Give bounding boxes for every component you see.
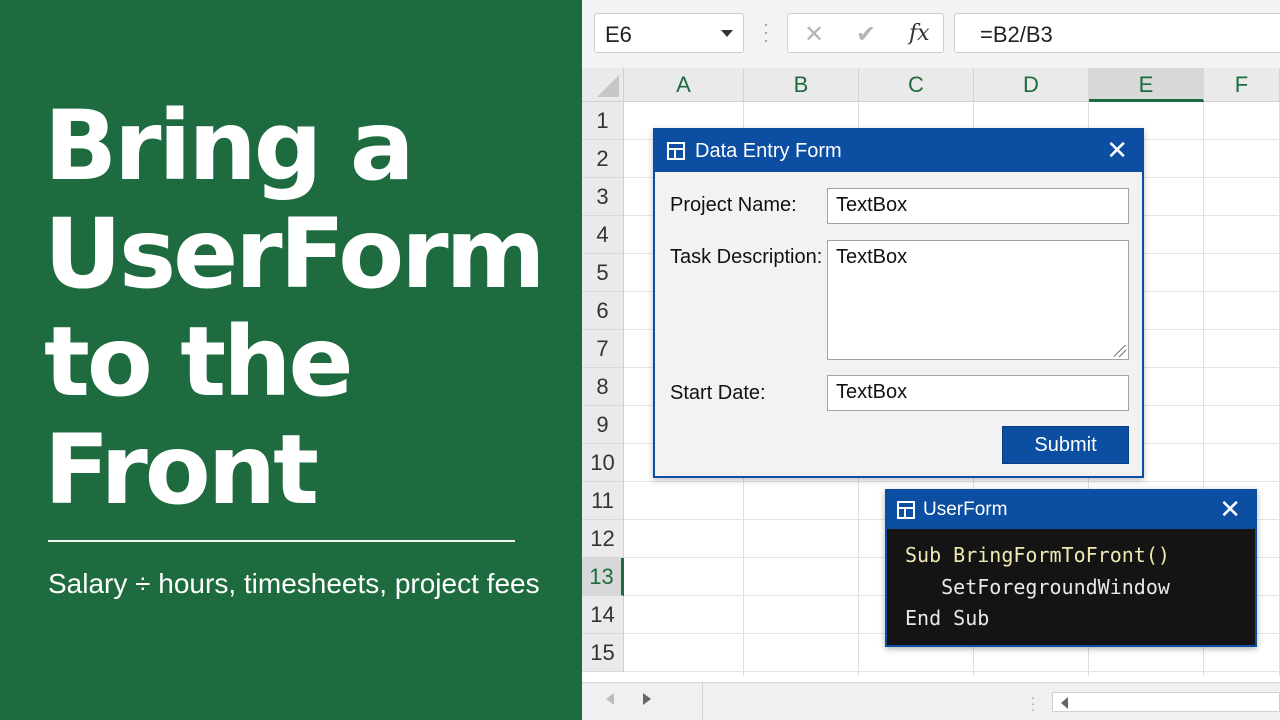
subtitle: Salary ÷ hours, timesheets, project fees [48,568,540,599]
row-header-12[interactable]: 12 [582,520,624,558]
form-icon [897,501,915,519]
form-icon [667,142,685,160]
row-header-9[interactable]: 9 [582,406,624,444]
select-all-triangle [597,75,619,97]
code-line: SetForegroundWindow [905,575,1170,599]
headline-line: UserForm [44,198,546,310]
task-description-value: TextBox [836,246,908,268]
row-header-1[interactable]: 1 [582,102,624,140]
chevron-down-icon[interactable] [721,30,733,37]
more-dots-icon: · · · [763,14,769,50]
dialog-title: Data Entry Form [695,140,842,162]
column-header-c[interactable]: C [859,68,974,102]
code-window-titlebar[interactable]: UserForm ✕ [887,491,1255,529]
headline-line: Bring a [44,90,415,202]
title-panel: Bring a UserForm to the Front Salary ÷ h… [0,0,582,720]
project-name-label: Project Name: [670,194,797,216]
column-header-e[interactable]: E [1089,68,1204,102]
dialog-titlebar[interactable]: Data Entry Form ✕ [655,130,1142,172]
grid-line [624,481,1280,482]
horizontal-scrollbar[interactable] [1052,692,1280,712]
formula-bar[interactable]: =B2/B3 [954,13,1280,53]
column-header-d[interactable]: D [974,68,1089,102]
headline-line: Front [44,414,319,526]
row-header-5[interactable]: 5 [582,254,624,292]
task-description-label: Task Description: [670,246,823,268]
sheet-prev-icon[interactable] [606,693,614,705]
headline: Bring a UserForm to the Front [44,92,574,524]
name-box-value: E6 [605,22,632,47]
row-header-10[interactable]: 10 [582,444,624,482]
start-date-label: Start Date: [670,382,766,404]
insert-function-icon[interactable]: fx [909,21,930,46]
row-header-4[interactable]: 4 [582,216,624,254]
column-header-f[interactable]: F [1204,68,1280,102]
data-entry-form-dialog: Data Entry Form ✕ Project Name: TextBox … [653,128,1144,478]
name-box[interactable]: E6 [594,13,744,53]
scroll-left-icon[interactable] [1061,697,1068,709]
grid-line [624,671,1280,672]
row-header-14[interactable]: 14 [582,596,624,634]
formula-buttons: ✕ ✔ fx [787,13,944,53]
enter-check-icon[interactable]: ✔ [856,20,876,49]
more-dots-icon: · · · [1030,689,1036,717]
resize-grip-icon[interactable] [1114,345,1126,357]
select-all-button[interactable] [582,68,624,102]
divider [48,540,515,542]
row-header-7[interactable]: 7 [582,330,624,368]
task-description-input[interactable]: TextBox [827,240,1129,360]
sheet-next-icon[interactable] [643,693,651,705]
row-header-2[interactable]: 2 [582,140,624,178]
submit-button[interactable]: Submit [1002,426,1129,464]
close-icon[interactable]: ✕ [1219,495,1241,523]
cancel-icon[interactable]: ✕ [804,20,824,49]
row-header-8[interactable]: 8 [582,368,624,406]
column-header-a[interactable]: A [624,68,744,102]
row-header-6[interactable]: 6 [582,292,624,330]
close-icon[interactable]: ✕ [1106,136,1128,164]
code-window-title: UserForm [923,499,1008,520]
userform-code-window: UserForm ✕ Sub BringFormToFront() SetFor… [885,489,1257,647]
start-date-input[interactable]: TextBox [827,375,1129,411]
row-header-11[interactable]: 11 [582,482,624,520]
row-header-15[interactable]: 15 [582,634,624,672]
project-name-input[interactable]: TextBox [827,188,1129,224]
row-header-3[interactable]: 3 [582,178,624,216]
headline-line: to the [44,306,354,418]
row-header-13[interactable]: 13 [582,558,624,596]
status-bar: · · · [582,682,1280,720]
status-separator [702,683,703,720]
column-header-b[interactable]: B [744,68,859,102]
code-line: End Sub [905,606,990,630]
code-line: Sub BringFormToFront() [905,543,1170,567]
